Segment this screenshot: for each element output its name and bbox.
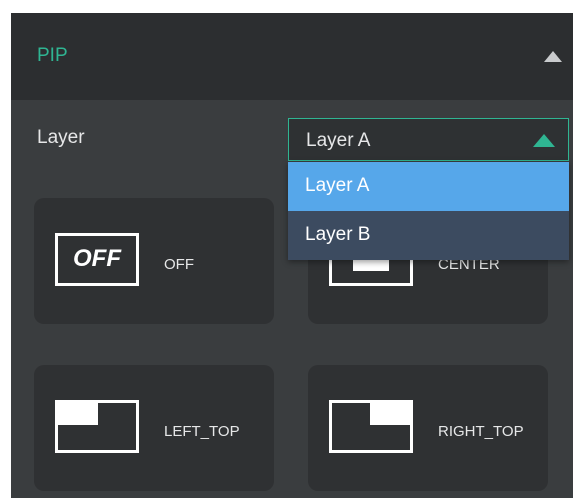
pip-left-top-icon [55, 400, 139, 453]
left-top-inner-box [58, 403, 98, 425]
pip-right-top-icon [329, 400, 413, 453]
collapse-triangle-icon[interactable] [544, 51, 562, 62]
dropdown-option-layer-a[interactable]: Layer A [288, 162, 569, 211]
panel-title: PIP [37, 45, 68, 66]
pip-mode-left-top-label: LEFT_TOP [164, 423, 240, 440]
layer-dropdown-list: Layer A Layer B [288, 162, 569, 260]
layer-select[interactable]: Layer A [288, 118, 569, 161]
dropdown-option-label: Layer A [305, 175, 370, 196]
pip-mode-right-top-tile[interactable]: RIGHT_TOP [308, 365, 548, 491]
pip-mode-right-top-label: RIGHT_TOP [438, 423, 524, 440]
layer-label: Layer [37, 127, 85, 148]
layer-select-value: Layer A [306, 130, 371, 151]
dropdown-arrow-icon[interactable] [533, 134, 555, 147]
dropdown-option-layer-b[interactable]: Layer B [288, 211, 569, 260]
pip-off-icon: OFF [55, 233, 139, 286]
pip-mode-left-top-tile[interactable]: LEFT_TOP [34, 365, 274, 491]
off-icon-text: OFF [73, 245, 121, 272]
dropdown-option-label: Layer B [305, 224, 371, 245]
pip-mode-off-tile[interactable]: OFF OFF [34, 198, 274, 324]
panel-header[interactable]: PIP [11, 13, 573, 100]
right-top-inner-box [370, 403, 410, 425]
pip-panel: PIP Layer Layer A OFF OFF CENTER LEFT_TO… [11, 13, 573, 498]
pip-mode-off-label: OFF [164, 256, 194, 273]
